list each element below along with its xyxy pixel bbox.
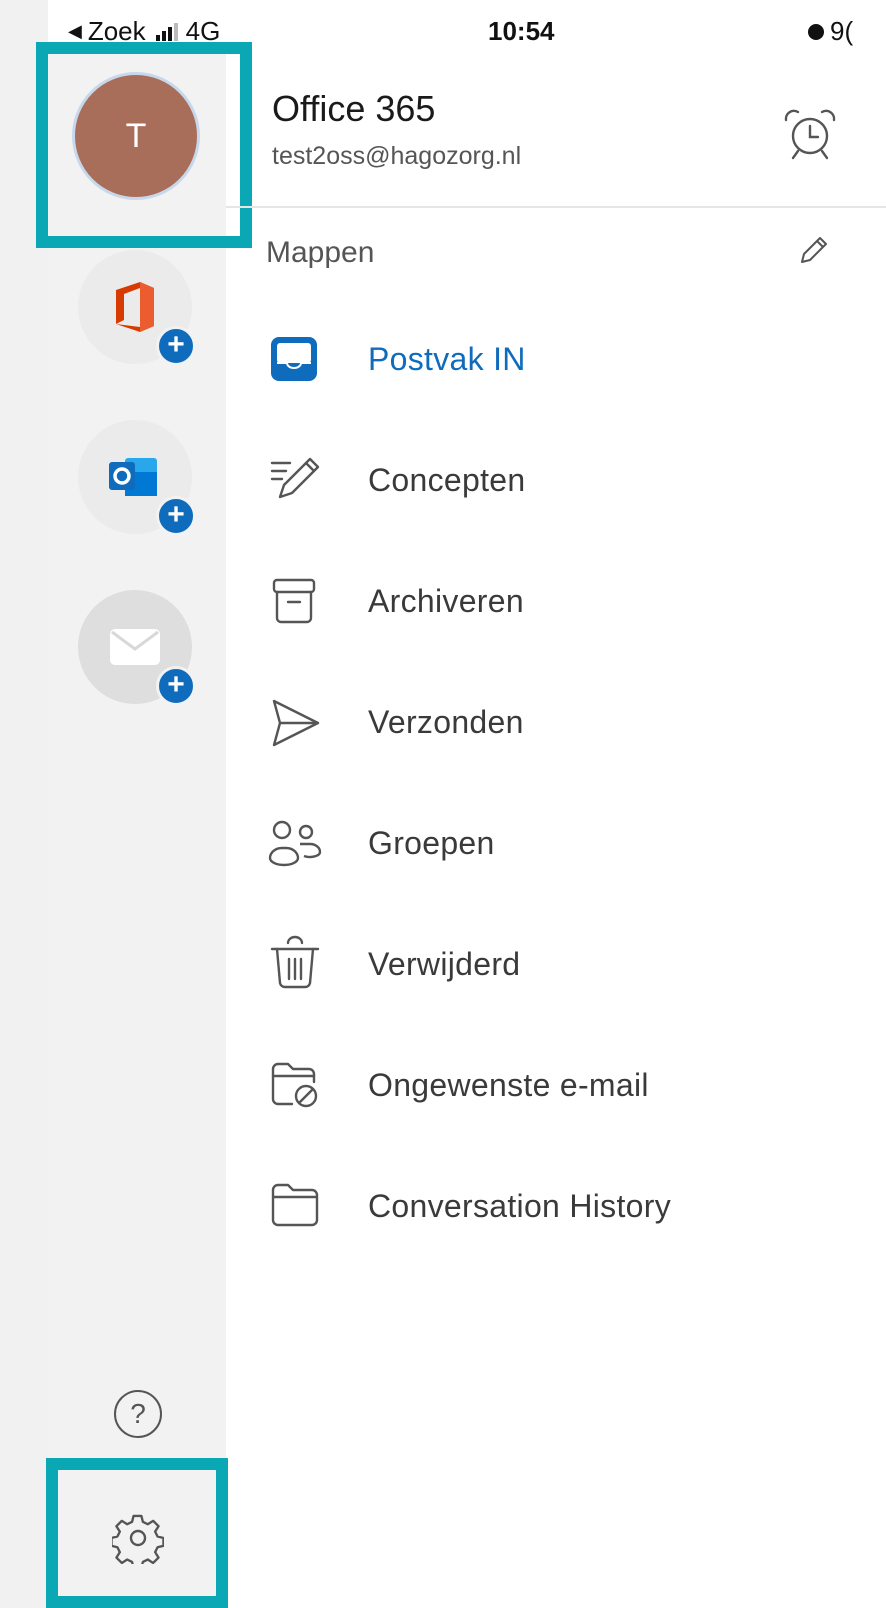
folder-label: Concepten	[368, 461, 526, 498]
folder-label: Ongewenste e-mail	[368, 1066, 649, 1103]
office-app-button[interactable]: +	[78, 250, 196, 366]
folder-item-ongewenste-e-mail[interactable]: Ongewenste e-mail	[226, 1040, 886, 1130]
alarm-status-icon	[808, 23, 824, 40]
avatar-highlight	[36, 42, 252, 248]
folder-label: Groepen	[368, 824, 495, 861]
back-arrow-icon[interactable]: ◀	[68, 21, 82, 42]
office-logo-icon	[116, 282, 154, 332]
add-account-badge-icon: +	[156, 326, 196, 366]
folder-icon	[271, 1183, 319, 1227]
junk-folder-icon	[271, 1062, 318, 1108]
alarm-clock-icon[interactable]	[778, 106, 842, 162]
folder-item-conversation-history[interactable]: Conversation History	[226, 1161, 886, 1251]
folder-label: Verzonden	[368, 703, 524, 740]
battery-label: 9(	[830, 16, 854, 46]
folder-label: Conversation History	[368, 1187, 671, 1224]
mail-app-button[interactable]: +	[78, 590, 196, 706]
folder-item-postvak-in[interactable]: Postvak IN	[226, 314, 886, 404]
folder-label: Archiveren	[368, 582, 524, 619]
signal-icon	[155, 22, 178, 41]
folder-item-verwijderd[interactable]: Verwijderd	[226, 919, 886, 1009]
drafts-pencil-icon	[270, 457, 320, 499]
outlook-logo-icon	[109, 458, 157, 496]
folder-item-concepten[interactable]: Concepten	[226, 435, 886, 525]
account-email: test2oss@hagozorg.nl	[272, 142, 522, 170]
archive-icon	[272, 578, 316, 624]
status-time: 10:54	[488, 16, 555, 46]
outlook-app-button[interactable]: +	[78, 420, 196, 536]
help-icon[interactable]: ?	[114, 1390, 162, 1438]
folder-label: Postvak IN	[368, 340, 526, 377]
trash-icon	[270, 935, 320, 989]
header-divider	[226, 206, 886, 208]
add-account-badge-icon: +	[156, 666, 196, 706]
send-icon	[272, 699, 320, 747]
groups-icon	[268, 820, 322, 867]
inbox-icon	[271, 337, 317, 381]
edit-pencil-icon[interactable]	[796, 234, 830, 268]
status-right: 9(	[808, 16, 853, 47]
folder-item-groepen[interactable]: Groepen	[226, 798, 886, 888]
add-account-badge-icon: +	[156, 496, 196, 536]
folder-item-archiveren[interactable]: Archiveren	[226, 556, 886, 646]
settings-highlight	[46, 1458, 228, 1608]
folder-label: Verwijderd	[368, 945, 521, 982]
folders-section-title: Mappen	[266, 236, 375, 269]
mail-envelope-icon	[110, 629, 160, 665]
folder-item-verzonden[interactable]: Verzonden	[226, 677, 886, 767]
account-name: Office 365	[272, 88, 436, 129]
